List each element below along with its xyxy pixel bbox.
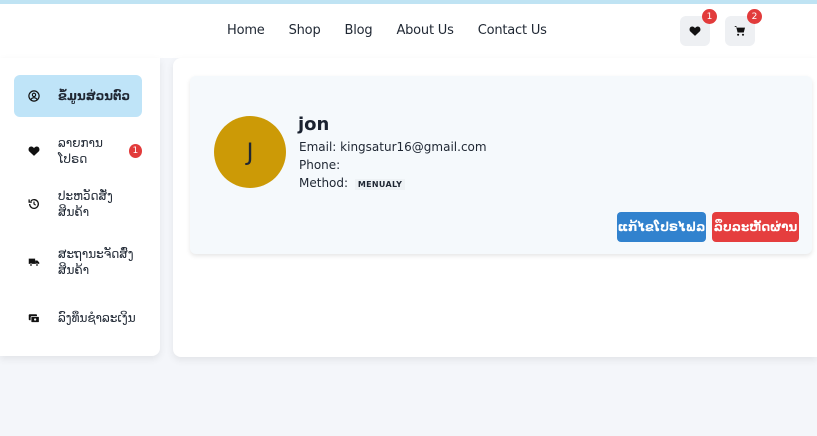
cart-icon [734,26,746,36]
cart-count-badge: 2 [747,9,762,24]
account-sidebar: ຂໍ້ມູນສ່ວນຕົວ ລາຍການໂປຣດ 1 ປະຫວັດສັ່ງສິນ… [0,58,160,356]
edit-profile-button[interactable]: ແກ້ໄຂໂປຣໄຟລ [617,212,706,242]
cart-button[interactable]: 2 [725,9,762,46]
sidebar-item-label: ລົງທຶນຊຳລະເງິນ [58,311,136,325]
profile-method-row: Method: MENUALY [299,176,406,190]
sidebar-item-label: ສະຖານະຈັດສົ່ງ ສິນຄ້າ [58,247,134,277]
user-circle-icon [28,90,40,102]
delete-account-button[interactable]: ລຶບລະຫັດຜ່ານ [712,212,799,242]
email-label: Email: [299,140,337,154]
nav-blog[interactable]: Blog [345,23,373,38]
nav-shop[interactable]: Shop [289,23,321,38]
method-tag: MENUALY [354,179,406,190]
payment-card-icon [28,314,40,323]
sidebar-item-wishlist[interactable]: ລາຍການໂປຣດ 1 [14,130,142,172]
sidebar-item-label: ປະຫວັດສັ່ງສິນຄ້າ [58,189,113,219]
site-header: Home Shop Blog About Us Contact Us 1 2 [0,4,817,58]
heart-icon [689,26,701,36]
sidebar-item-order-history[interactable]: ປະຫວັດສັ່ງສິນຄ້າ [14,183,142,225]
wishlist-count-badge: 1 [128,144,142,158]
email-value: kingsatur16@gmail.com [340,140,487,154]
sidebar-item-personal-info[interactable]: ຂໍ້ມູນສ່ວນຕົວ [14,75,142,117]
nav-home[interactable]: Home [227,23,265,38]
phone-label: Phone: [299,158,341,172]
wishlist-button[interactable]: 1 [680,9,717,46]
wishlist-count-badge: 1 [702,9,717,24]
sidebar-item-shipping-status[interactable]: ສະຖານະຈັດສົ່ງ ສິນຄ້າ [14,240,142,284]
profile-card: J jon Email: kingsatur16@gmail.com Phone… [190,76,812,254]
truck-icon [28,258,40,267]
nav-contact-us[interactable]: Contact Us [478,23,547,38]
profile-name: jon [298,114,330,135]
history-icon [28,199,39,209]
nav-about-us[interactable]: About Us [396,23,453,38]
main-nav: Home Shop Blog About Us Contact Us [227,23,571,38]
profile-email-row: Email: kingsatur16@gmail.com [299,140,487,154]
sidebar-item-label: ລາຍການໂປຣດ [58,136,103,166]
profile-main-panel: J jon Email: kingsatur16@gmail.com Phone… [173,58,817,357]
sidebar-item-label: ຂໍ້ມູນສ່ວນຕົວ [58,89,131,103]
sidebar-item-payment[interactable]: ລົງທຶນຊຳລະເງິນ [14,297,142,339]
method-label: Method: [299,176,349,190]
profile-phone-row: Phone: [299,158,340,172]
heart-icon [28,146,40,156]
avatar: J [214,116,286,188]
